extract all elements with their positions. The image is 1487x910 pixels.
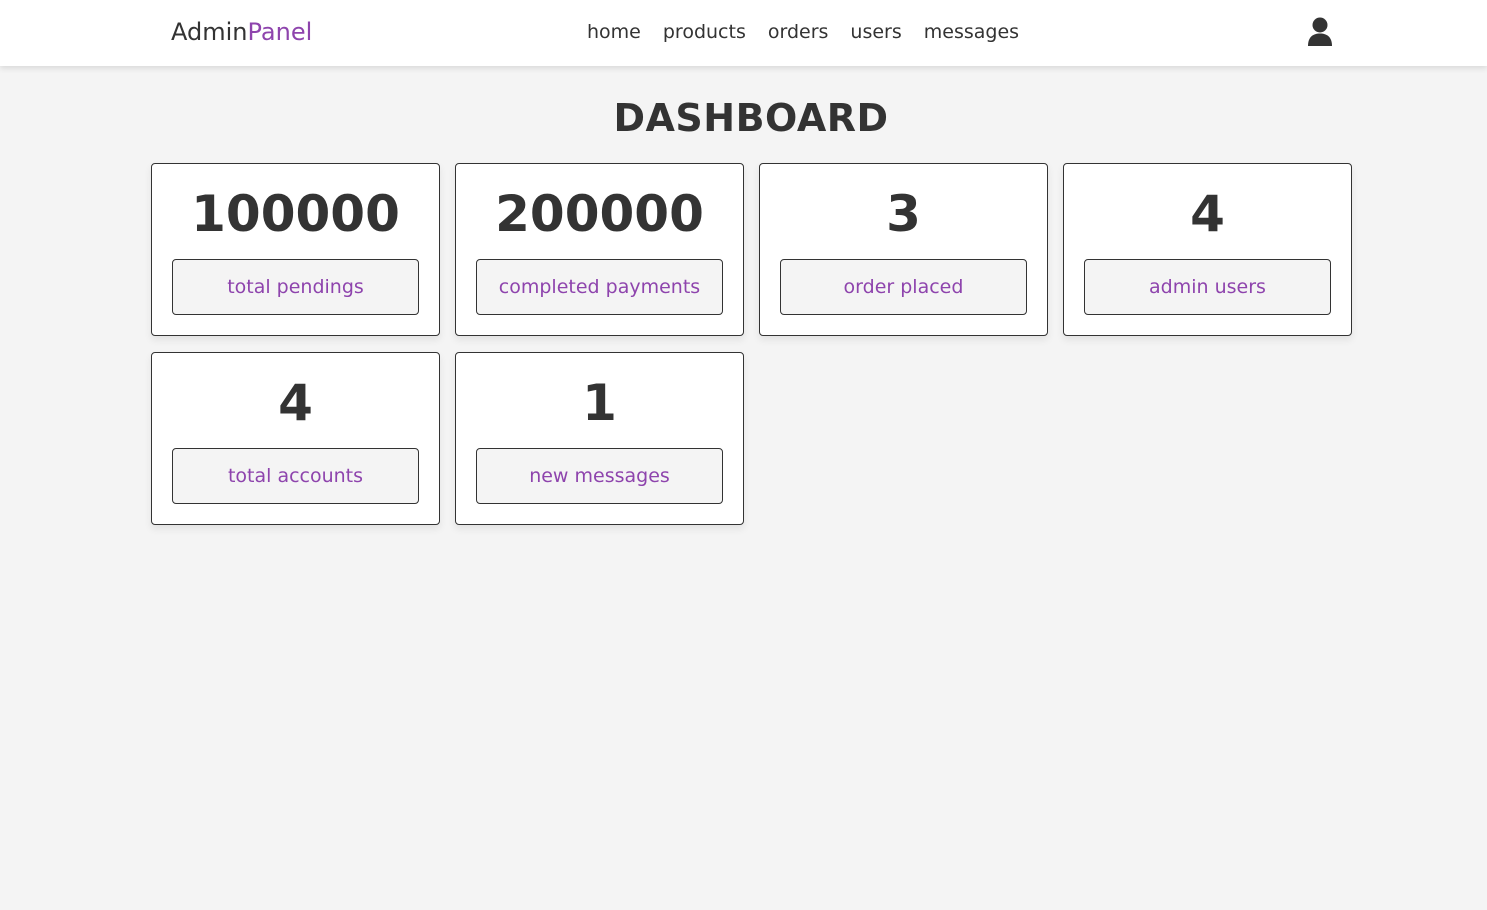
stat-value: 4: [278, 374, 313, 432]
stat-value: 4: [1190, 185, 1225, 243]
main-nav: home products orders users messages: [587, 19, 1019, 45]
completed-payments-button[interactable]: completed payments: [476, 259, 723, 315]
logo-accent: Panel: [247, 18, 313, 46]
admin-users-button[interactable]: admin users: [1084, 259, 1331, 315]
nav-link-products[interactable]: products: [663, 19, 746, 45]
logo-main: Admin: [171, 18, 248, 46]
stat-card-completed-payments: 200000 completed payments: [455, 163, 744, 336]
stat-card-total-pendings: 100000 total pendings: [151, 163, 440, 336]
stat-value: 100000: [191, 185, 400, 243]
nav-link-messages[interactable]: messages: [924, 19, 1019, 45]
new-messages-button[interactable]: new messages: [476, 448, 723, 504]
total-accounts-button[interactable]: total accounts: [172, 448, 419, 504]
stat-value: 200000: [495, 185, 704, 243]
page-title: DASHBOARD: [613, 96, 889, 140]
top-header: AdminPanel home products orders users me…: [0, 0, 1487, 66]
stat-card-total-accounts: 4 total accounts: [151, 352, 440, 525]
user-icon-graphic: [1308, 17, 1332, 46]
stat-card-admin-users: 4 admin users: [1063, 163, 1352, 336]
total-pendings-button[interactable]: total pendings: [172, 259, 419, 315]
nav-link-home[interactable]: home: [587, 19, 641, 45]
nav-link-orders[interactable]: orders: [768, 19, 829, 45]
user-icon[interactable]: [1306, 17, 1334, 47]
nav-link-users[interactable]: users: [850, 19, 901, 45]
stat-value: 3: [886, 185, 921, 243]
dashboard-grid: 100000 total pendings 200000 completed p…: [151, 163, 1352, 525]
order-placed-button[interactable]: order placed: [780, 259, 1027, 315]
stat-card-order-placed: 3 order placed: [759, 163, 1048, 336]
stat-card-new-messages: 1 new messages: [455, 352, 744, 525]
stat-value: 1: [582, 374, 617, 432]
logo[interactable]: AdminPanel: [171, 16, 312, 48]
